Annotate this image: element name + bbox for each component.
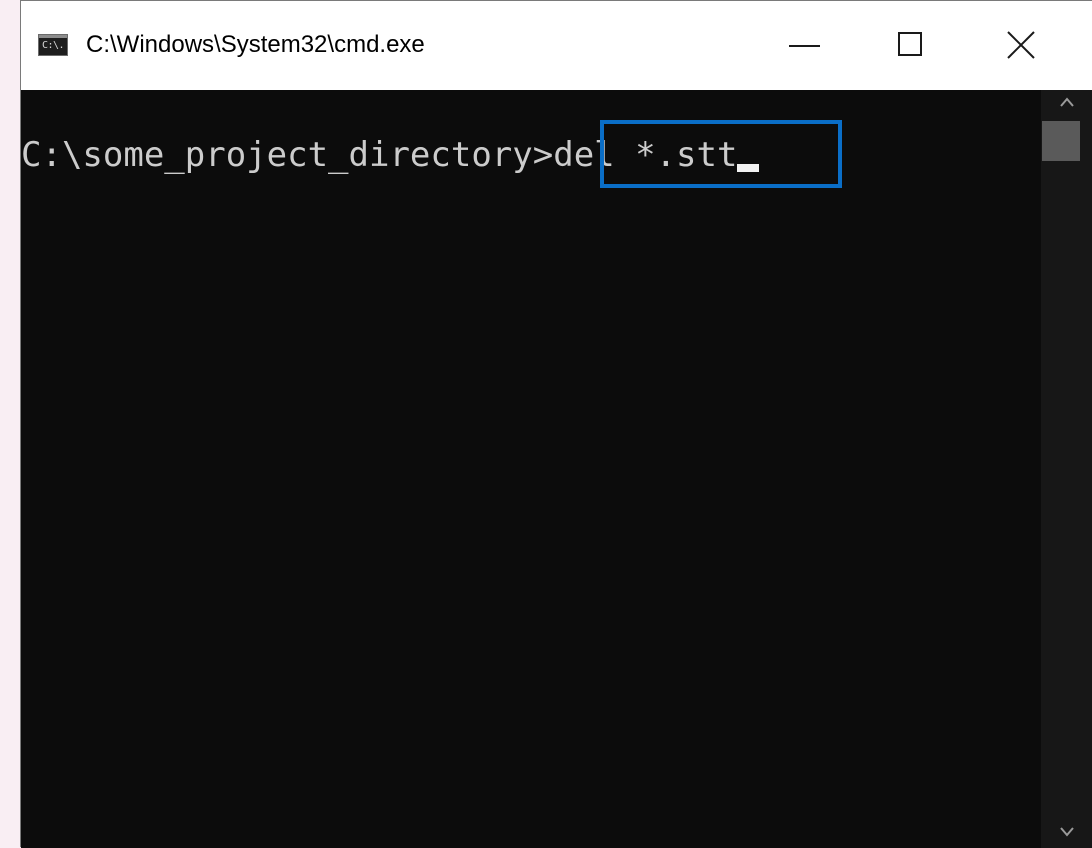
- cmd-icon[interactable]: C:\.: [38, 34, 68, 56]
- chevron-down-icon: [1060, 827, 1074, 837]
- window-title: C:\Windows\System32\cmd.exe: [86, 31, 425, 58]
- title-bar[interactable]: C:\. C:\Windows\System32\cmd.exe: [21, 1, 1092, 90]
- console-area[interactable]: C:\some_project_directory>del *.stt: [21, 90, 1041, 848]
- chevron-up-icon: [1060, 97, 1074, 107]
- close-button[interactable]: [967, 1, 1075, 90]
- maximize-button[interactable]: [859, 1, 967, 90]
- command-prompt: C:\some_project_directory>: [21, 135, 554, 175]
- console-window: C:\. C:\Windows\System32\cmd.exe C:\some…: [20, 0, 1092, 848]
- minimize-icon: [789, 45, 820, 47]
- minimize-button[interactable]: [751, 1, 859, 90]
- vertical-scrollbar[interactable]: [1041, 90, 1092, 848]
- scroll-thumb[interactable]: [1042, 121, 1080, 161]
- cmd-icon-glyph: C:\.: [42, 40, 65, 51]
- scroll-down-button[interactable]: [1041, 820, 1092, 848]
- command-highlight-box: [600, 120, 842, 188]
- maximize-icon: [898, 32, 922, 56]
- scroll-up-button[interactable]: [1041, 90, 1092, 118]
- close-icon: [1007, 31, 1035, 59]
